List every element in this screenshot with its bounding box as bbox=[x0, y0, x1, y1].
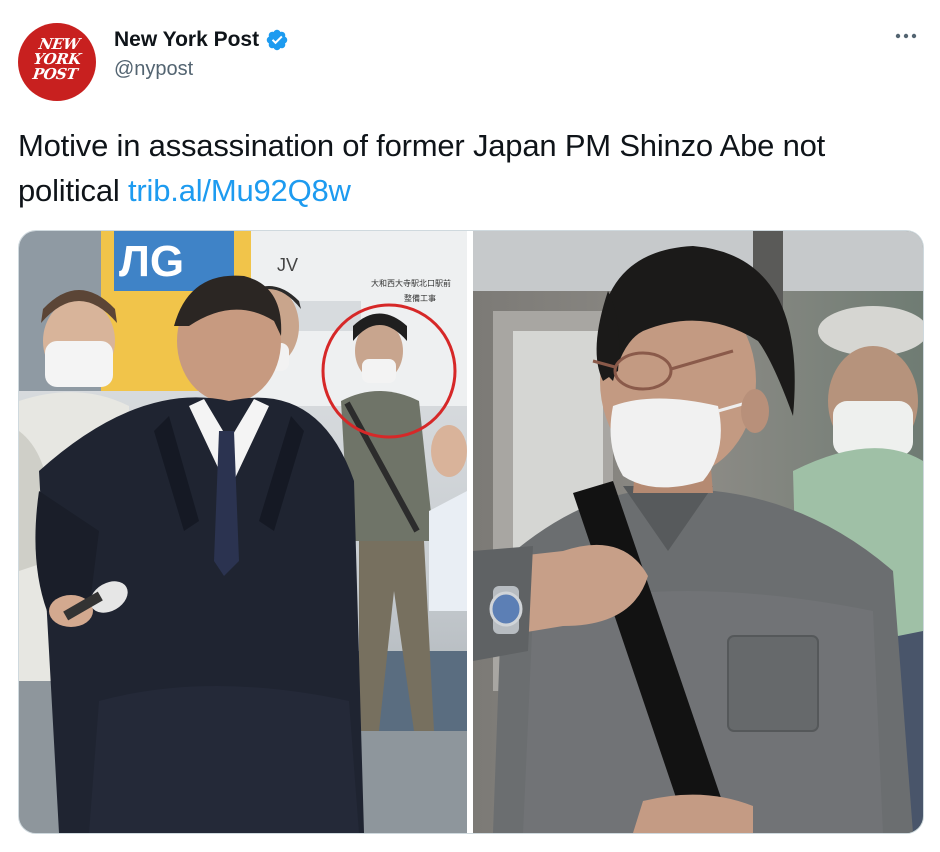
photo-right[interactable] bbox=[473, 231, 923, 833]
author-name[interactable]: New York Post bbox=[114, 28, 259, 52]
author-info: New York Post @nypost bbox=[114, 27, 289, 81]
tweet-text: Motive in assassination of former Japan … bbox=[18, 123, 928, 213]
photo-left[interactable]: ЛG JV 大和西大寺駅北口駅前 整備工事 bbox=[19, 231, 467, 833]
tweet: NEW YORK POST New York Post @nypost Moti… bbox=[0, 0, 940, 852]
author-handle[interactable]: @nypost bbox=[114, 58, 289, 81]
photo-left-image: ЛG JV 大和西大寺駅北口駅前 整備工事 bbox=[19, 231, 467, 833]
sign-small-text: JV bbox=[277, 255, 298, 275]
sign-text-2: 整備工事 bbox=[404, 293, 436, 303]
sign-large-text: ЛG bbox=[119, 237, 184, 286]
sign-text-1: 大和西大寺駅北口駅前 bbox=[371, 278, 451, 288]
author-name-row: New York Post bbox=[114, 27, 289, 53]
photo-right-image bbox=[473, 231, 923, 833]
author-avatar[interactable]: NEW YORK POST bbox=[18, 23, 96, 101]
more-options-icon bbox=[895, 33, 917, 39]
more-options-button[interactable] bbox=[888, 24, 924, 48]
new-york-post-logo: NEW YORK POST bbox=[31, 35, 82, 83]
verified-badge-icon bbox=[266, 29, 288, 51]
tweet-link[interactable]: trib.al/Mu92Q8w bbox=[128, 173, 351, 208]
media-grid: ЛG JV 大和西大寺駅北口駅前 整備工事 bbox=[18, 230, 924, 834]
